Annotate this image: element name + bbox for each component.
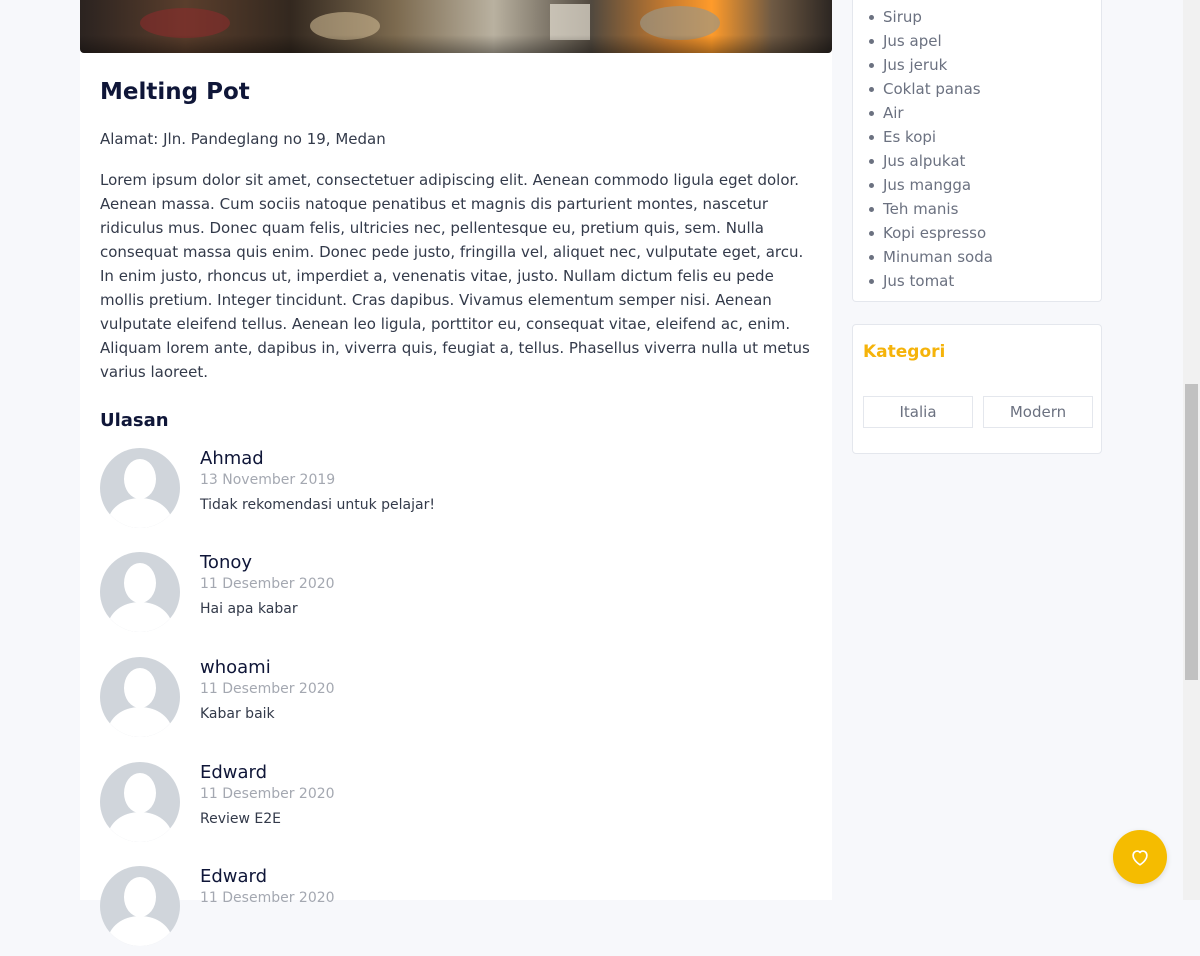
category-tag-modern[interactable]: Modern	[983, 396, 1093, 428]
list-item: Teh manis	[869, 197, 993, 221]
category-card: Kategori Italia Modern	[852, 324, 1102, 454]
restaurant-hero-image	[80, 0, 832, 53]
category-tag-italia[interactable]: Italia	[863, 396, 973, 428]
list-item: Es kopi	[869, 125, 993, 149]
list-item: Coklat panas	[869, 77, 993, 101]
review-date: 11 Desember 2020	[200, 786, 335, 802]
favorite-button[interactable]	[1113, 830, 1167, 884]
restaurant-title: Melting Pot	[100, 79, 250, 105]
review-date: 11 Desember 2020	[200, 576, 335, 592]
review-date: 11 Desember 2020	[200, 890, 335, 906]
review-text: Kabar baik	[200, 706, 275, 722]
category-heading: Kategori	[863, 342, 946, 362]
heart-icon	[1132, 850, 1148, 866]
review-text: Hai apa kabar	[200, 601, 298, 617]
scrollbar-thumb[interactable]	[1185, 384, 1198, 680]
reviewer-name: whoami	[200, 657, 271, 678]
reviewer-name: Edward	[200, 762, 268, 783]
reviewer-name: Edward	[200, 866, 268, 887]
review-item: Tonoy 11 Desember 2020 Hai apa kabar	[100, 552, 800, 642]
restaurant-detail-card: Melting Pot Alamat: Jln. Pandeglang no 1…	[80, 0, 832, 946]
restaurant-description: Lorem ipsum dolor sit amet, consectetuer…	[100, 171, 810, 381]
restaurant-address: Alamat: Jln. Pandeglang no 19, Medan	[100, 130, 386, 148]
list-item: Minuman soda	[869, 245, 993, 269]
list-item: Jus tomat	[869, 269, 993, 293]
drinks-list: Sirup Jus apel Jus jeruk Coklat panas Ai…	[869, 5, 993, 293]
review-item: whoami 11 Desember 2020 Kabar baik	[100, 657, 800, 747]
review-item: Edward 11 Desember 2020	[100, 866, 800, 956]
avatar	[100, 552, 180, 632]
page-scrollbar[interactable]	[1183, 0, 1200, 900]
list-item: Kopi espresso	[869, 221, 993, 245]
list-item: Jus mangga	[869, 173, 993, 197]
list-item: Jus apel	[869, 29, 993, 53]
list-item: Jus alpukat	[869, 149, 993, 173]
list-item: Sirup	[869, 5, 993, 29]
review-text: Tidak rekomendasi untuk pelajar!	[200, 497, 435, 513]
review-item: Edward 11 Desember 2020 Review E2E	[100, 762, 800, 852]
avatar	[100, 866, 180, 946]
review-item: Ahmad 13 November 2019 Tidak rekomendasi…	[100, 448, 800, 538]
review-text: Review E2E	[200, 811, 281, 827]
review-date: 13 November 2019	[200, 472, 336, 488]
reviews-heading: Ulasan	[100, 410, 169, 431]
avatar	[100, 448, 180, 528]
reviewer-name: Tonoy	[200, 552, 253, 573]
list-item: Jus jeruk	[869, 53, 993, 77]
avatar	[100, 762, 180, 842]
drinks-menu-card: Sirup Jus apel Jus jeruk Coklat panas Ai…	[852, 0, 1102, 302]
review-date: 11 Desember 2020	[200, 681, 335, 697]
avatar	[100, 657, 180, 737]
reviewer-name: Ahmad	[200, 448, 264, 469]
list-item: Air	[869, 101, 993, 125]
